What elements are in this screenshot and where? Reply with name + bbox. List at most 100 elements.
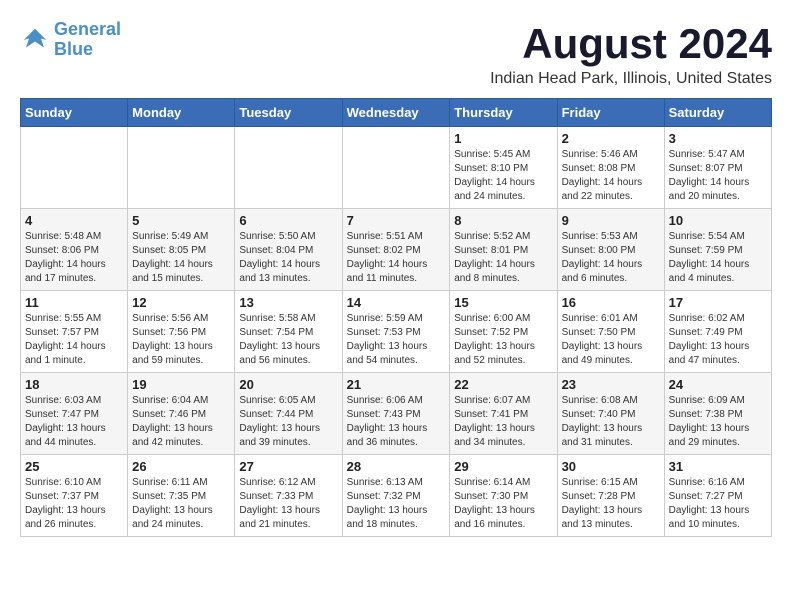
day-number: 25 (25, 459, 123, 474)
calendar-cell: 28 Sunrise: 6:13 AM Sunset: 7:32 PM Dayli… (342, 455, 450, 537)
day-info: Sunrise: 6:13 AM Sunset: 7:32 PM Dayligh… (347, 476, 446, 532)
calendar-week-row: 1Sunrise: 5:45 AM Sunset: 8:10 PM Daylig… (21, 127, 772, 209)
day-number: 31 (669, 459, 767, 474)
day-number: 2 (562, 131, 660, 146)
calendar-cell: 29 Sunrise: 6:14 AM Sunset: 7:30 PM Dayli… (450, 455, 557, 537)
day-info: Sunrise: 6:04 AM Sunset: 7:46 PM Dayligh… (132, 394, 230, 450)
calendar-cell: 23 Sunrise: 6:08 AM Sunset: 7:40 PM Dayli… (557, 373, 664, 455)
calendar-cell: 27 Sunrise: 6:12 AM Sunset: 7:33 PM Dayli… (235, 455, 342, 537)
day-info: Sunrise: 5:59 AM Sunset: 7:53 PM Dayligh… (347, 312, 446, 368)
calendar-cell: 30Sunrise: 6:15 AM Sunset: 7:28 PM Dayli… (557, 455, 664, 537)
calendar-cell: 26 Sunrise: 6:11 AM Sunset: 7:35 PM Dayli… (128, 455, 235, 537)
day-number: 22 (454, 377, 552, 392)
logo: General Blue (20, 20, 121, 60)
logo-bird-icon (20, 25, 50, 55)
day-number: 17 (669, 295, 767, 310)
day-number: 28 (347, 459, 446, 474)
day-number: 30 (562, 459, 660, 474)
page-container: General Blue August 2024 Indian Head Par… (20, 20, 772, 537)
calendar-cell: 22Sunrise: 6:07 AM Sunset: 7:41 PM Dayli… (450, 373, 557, 455)
day-info: Sunrise: 6:14 AM Sunset: 7:30 PM Dayligh… (454, 476, 552, 532)
logo-text: General Blue (54, 20, 121, 60)
day-info: Sunrise: 6:09 AM Sunset: 7:38 PM Dayligh… (669, 394, 767, 450)
day-number: 15 (454, 295, 552, 310)
column-header-sunday: Sunday (21, 99, 128, 127)
calendar-cell: 5 Sunrise: 5:49 AM Sunset: 8:05 PM Daylig… (128, 209, 235, 291)
day-info: Sunrise: 6:03 AM Sunset: 7:47 PM Dayligh… (25, 394, 123, 450)
day-number: 21 (347, 377, 446, 392)
subtitle: Indian Head Park, Illinois, United State… (490, 70, 772, 88)
day-number: 26 (132, 459, 230, 474)
day-number: 23 (562, 377, 660, 392)
calendar-cell: 19 Sunrise: 6:04 AM Sunset: 7:46 PM Dayli… (128, 373, 235, 455)
calendar-cell: 6 Sunrise: 5:50 AM Sunset: 8:04 PM Daylig… (235, 209, 342, 291)
calendar-cell (21, 127, 128, 209)
day-number: 14 (347, 295, 446, 310)
day-number: 24 (669, 377, 767, 392)
day-number: 9 (562, 213, 660, 228)
day-number: 1 (454, 131, 552, 146)
day-info: Sunrise: 6:16 AM Sunset: 7:27 PM Dayligh… (669, 476, 767, 532)
day-info: Sunrise: 5:49 AM Sunset: 8:05 PM Dayligh… (132, 230, 230, 286)
day-info: Sunrise: 6:02 AM Sunset: 7:49 PM Dayligh… (669, 312, 767, 368)
calendar-cell: 16Sunrise: 6:01 AM Sunset: 7:50 PM Dayli… (557, 291, 664, 373)
day-number: 6 (239, 213, 337, 228)
logo-blue: Blue (54, 39, 93, 59)
calendar-cell: 13 Sunrise: 5:58 AM Sunset: 7:54 PM Dayli… (235, 291, 342, 373)
day-number: 10 (669, 213, 767, 228)
column-header-tuesday: Tuesday (235, 99, 342, 127)
day-number: 18 (25, 377, 123, 392)
day-info: Sunrise: 5:56 AM Sunset: 7:56 PM Dayligh… (132, 312, 230, 368)
calendar-header-row: SundayMondayTuesdayWednesdayThursdayFrid… (21, 99, 772, 127)
calendar-cell: 8 Sunrise: 5:52 AM Sunset: 8:01 PM Daylig… (450, 209, 557, 291)
calendar-cell: 15 Sunrise: 6:00 AM Sunset: 7:52 PM Dayli… (450, 291, 557, 373)
day-info: Sunrise: 6:08 AM Sunset: 7:40 PM Dayligh… (562, 394, 660, 450)
calendar-cell: 12 Sunrise: 5:56 AM Sunset: 7:56 PM Dayli… (128, 291, 235, 373)
day-number: 7 (347, 213, 446, 228)
day-number: 27 (239, 459, 337, 474)
column-header-saturday: Saturday (664, 99, 771, 127)
logo-general: General (54, 19, 121, 39)
calendar-cell: 21 Sunrise: 6:06 AM Sunset: 7:43 PM Dayli… (342, 373, 450, 455)
day-number: 12 (132, 295, 230, 310)
calendar-cell: 14 Sunrise: 5:59 AM Sunset: 7:53 PM Dayli… (342, 291, 450, 373)
calendar-cell: 31 Sunrise: 6:16 AM Sunset: 7:27 PM Dayli… (664, 455, 771, 537)
calendar-cell: 9Sunrise: 5:53 AM Sunset: 8:00 PM Daylig… (557, 209, 664, 291)
title-section: August 2024 Indian Head Park, Illinois, … (490, 20, 772, 88)
day-number: 19 (132, 377, 230, 392)
column-header-friday: Friday (557, 99, 664, 127)
day-number: 11 (25, 295, 123, 310)
day-info: Sunrise: 5:58 AM Sunset: 7:54 PM Dayligh… (239, 312, 337, 368)
day-info: Sunrise: 5:55 AM Sunset: 7:57 PM Dayligh… (25, 312, 123, 368)
day-number: 8 (454, 213, 552, 228)
calendar-cell: 3Sunrise: 5:47 AM Sunset: 8:07 PM Daylig… (664, 127, 771, 209)
day-number: 13 (239, 295, 337, 310)
calendar-cell: 25Sunrise: 6:10 AM Sunset: 7:37 PM Dayli… (21, 455, 128, 537)
calendar-cell: 20Sunrise: 6:05 AM Sunset: 7:44 PM Dayli… (235, 373, 342, 455)
calendar-table: SundayMondayTuesdayWednesdayThursdayFrid… (20, 98, 772, 537)
column-header-wednesday: Wednesday (342, 99, 450, 127)
calendar-week-row: 4Sunrise: 5:48 AM Sunset: 8:06 PM Daylig… (21, 209, 772, 291)
day-info: Sunrise: 6:11 AM Sunset: 7:35 PM Dayligh… (132, 476, 230, 532)
day-info: Sunrise: 6:12 AM Sunset: 7:33 PM Dayligh… (239, 476, 337, 532)
day-info: Sunrise: 6:06 AM Sunset: 7:43 PM Dayligh… (347, 394, 446, 450)
calendar-week-row: 25Sunrise: 6:10 AM Sunset: 7:37 PM Dayli… (21, 455, 772, 537)
calendar-cell: 24 Sunrise: 6:09 AM Sunset: 7:38 PM Dayli… (664, 373, 771, 455)
calendar-week-row: 18 Sunrise: 6:03 AM Sunset: 7:47 PM Dayli… (21, 373, 772, 455)
day-info: Sunrise: 6:00 AM Sunset: 7:52 PM Dayligh… (454, 312, 552, 368)
calendar-cell: 7Sunrise: 5:51 AM Sunset: 8:02 PM Daylig… (342, 209, 450, 291)
calendar-cell (342, 127, 450, 209)
column-header-monday: Monday (128, 99, 235, 127)
day-info: Sunrise: 6:01 AM Sunset: 7:50 PM Dayligh… (562, 312, 660, 368)
day-info: Sunrise: 5:52 AM Sunset: 8:01 PM Dayligh… (454, 230, 552, 286)
day-info: Sunrise: 5:50 AM Sunset: 8:04 PM Dayligh… (239, 230, 337, 286)
calendar-cell (128, 127, 235, 209)
calendar-cell: 4Sunrise: 5:48 AM Sunset: 8:06 PM Daylig… (21, 209, 128, 291)
day-info: Sunrise: 5:47 AM Sunset: 8:07 PM Dayligh… (669, 148, 767, 204)
calendar-cell: 2 Sunrise: 5:46 AM Sunset: 8:08 PM Daylig… (557, 127, 664, 209)
day-number: 29 (454, 459, 552, 474)
header: General Blue August 2024 Indian Head Par… (20, 20, 772, 88)
day-info: Sunrise: 5:46 AM Sunset: 8:08 PM Dayligh… (562, 148, 660, 204)
column-header-thursday: Thursday (450, 99, 557, 127)
day-number: 5 (132, 213, 230, 228)
